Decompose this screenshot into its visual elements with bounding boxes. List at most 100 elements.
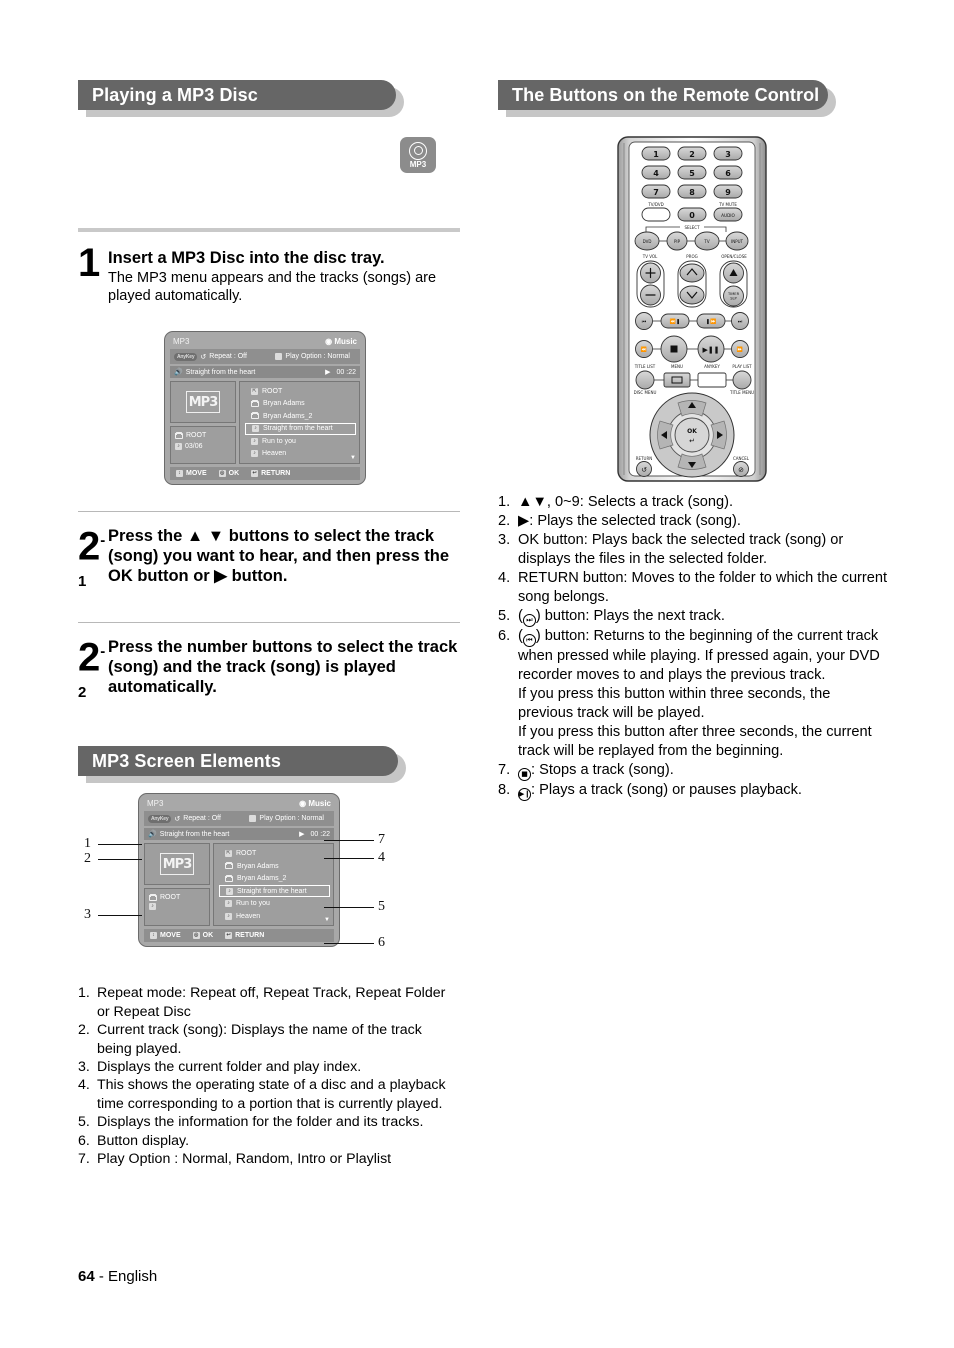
list-item[interactable]: ⇱ ROOT — [217, 847, 330, 860]
osd-button-move[interactable]: ↕ MOVE — [150, 932, 181, 940]
list-item-text: Displays the information for the folder … — [97, 1114, 424, 1131]
list-item[interactable]: ⇱ ROOT — [243, 385, 356, 398]
stop-icon: ■ — [518, 768, 531, 781]
osd-main-area: MP3 ROOT ♪ 03/06 ⇱ ROOT Bryan Adams Brya… — [170, 381, 360, 464]
list-item: 8. ▶❙: Plays a track (song) or pauses pl… — [498, 781, 888, 801]
list-item-number: 6. — [78, 1132, 90, 1149]
osd-button-ok[interactable]: ◎ OK — [192, 932, 214, 940]
callout-number-1: 1 — [84, 836, 91, 852]
svg-text:TITLE LIST: TITLE LIST — [634, 364, 656, 369]
svg-text:↵: ↵ — [689, 437, 695, 445]
osd-mode-label: Music — [308, 799, 331, 809]
list-item-number: 4. — [78, 1077, 90, 1094]
list-item-selected[interactable]: ♪ Straight from the heart — [219, 884, 330, 898]
play-pause-icon: ▶❙ — [518, 788, 531, 801]
svg-text:1: 1 — [653, 150, 659, 159]
step-2-2-number: 2-2 — [78, 634, 108, 717]
svg-text:▶❚❚: ▶❚❚ — [702, 346, 719, 354]
note-icon: ♪ — [251, 450, 258, 458]
chevron-down-icon[interactable]: ▼ — [324, 917, 330, 923]
list-item-label: Bryan Adams — [237, 862, 279, 870]
svg-text:❚⏩: ❚⏩ — [706, 318, 716, 325]
list-item-number: 1. — [498, 494, 511, 510]
remote-buttons-list: 1. ▲▼, 0~9: Selects a track (song). 2. ▶: … — [498, 493, 888, 801]
chevron-down-icon[interactable]: ▼ — [350, 455, 356, 461]
svg-text:5: 5 — [689, 169, 695, 178]
svg-text:TV VOL: TV VOL — [642, 254, 658, 259]
svg-text:0: 0 — [689, 211, 695, 220]
osd-nowplaying-bar: 🔊 Straight from the heart ▶ 00 :22 — [144, 828, 334, 841]
svg-text:MENU: MENU — [671, 364, 683, 369]
folder-up-icon: ⇱ — [251, 387, 258, 395]
svg-text:AUDIO: AUDIO — [721, 213, 735, 218]
osd-button-ok[interactable]: ◎ OK — [218, 470, 239, 477]
list-item[interactable]: Bryan Adams_2 — [243, 410, 356, 423]
step-2-1: 2-1 Press the ▲ ▼ buttons to select the … — [78, 523, 460, 606]
list-item[interactable]: ♪ Heaven — [243, 448, 356, 461]
list-item: 4. RETURN button: Moves to the folder to … — [498, 569, 888, 607]
section-title-remote-buttons: The Buttons on the Remote Control — [498, 80, 828, 110]
list-item[interactable]: Bryan Adams_2 — [217, 872, 330, 885]
step-2-1-number: 2-1 — [78, 523, 108, 606]
folder-icon — [225, 862, 233, 870]
note-icon: ♪ — [252, 425, 259, 433]
list-item-text-with-glyph: (⏮) button: Returns to the beginning of … — [518, 627, 888, 685]
list-item: 6. Button display. — [78, 1132, 460, 1150]
svg-text:TV/DVD: TV/DVD — [647, 202, 663, 207]
updown-icon: ↕ — [176, 470, 183, 477]
osd-title: MP3 — [147, 799, 164, 809]
svg-text:TITLE MENU: TITLE MENU — [729, 390, 754, 395]
list-item[interactable]: Bryan Adams — [217, 860, 330, 873]
ok-icon: ◎ — [192, 932, 200, 940]
folder-icon — [251, 412, 259, 420]
callout-line-5 — [324, 907, 374, 909]
list-item[interactable]: ♪ Run to you — [243, 435, 356, 448]
callout-line-3 — [98, 915, 142, 917]
callout-number-2: 2 — [84, 851, 91, 867]
list-item-number: 7. — [78, 1150, 90, 1167]
list-item[interactable]: Bryan Adams — [243, 398, 356, 411]
list-item: 4. This shows the operating state of a di… — [78, 1076, 460, 1113]
osd-title: MP3 — [173, 337, 190, 346]
osd-album-art: MP3 — [144, 843, 210, 886]
osd-button-move[interactable]: ↕ MOVE — [176, 470, 207, 477]
list-item-label: Bryan Adams_2 — [263, 412, 313, 420]
manual-page: Playing a MP3 Disc MP3 1 Insert a MP3 Di… — [0, 0, 954, 1348]
osd-button-return[interactable]: ↩ RETURN — [225, 932, 264, 940]
svg-text:TV MUTE: TV MUTE — [718, 202, 737, 207]
list-item-text: ▲▼, 0~9: Selects a track (song). — [518, 494, 734, 510]
section-header-mp3-screen-elements: MP3 Screen Elements — [78, 746, 460, 784]
list-item[interactable]: ♪ Heaven — [217, 910, 330, 923]
list-item: 7. ■: Stops a track (song). — [498, 761, 888, 781]
osd-playoption-label: Play Option : Normal — [259, 815, 324, 823]
callout-line-4 — [324, 858, 374, 860]
list-item-label: Straight from the heart — [263, 425, 333, 433]
list-item-text: OK button: Plays back the selected track… — [518, 532, 844, 567]
svg-text:ANYKEY: ANYKEY — [704, 364, 720, 369]
list-item-selected[interactable]: ♪ Straight from the heart — [245, 422, 356, 435]
osd-button-ok-label: OK — [202, 932, 214, 940]
step-2-2-title: Press the number buttons to select the t… — [108, 637, 458, 696]
osd-file-list[interactable]: ⇱ ROOT Bryan Adams Bryan Adams_2 ♪ Strai… — [213, 843, 334, 927]
svg-text:⏩: ⏩ — [737, 346, 743, 353]
list-item-text: Play Option : Normal, Random, Intro or P… — [97, 1150, 392, 1167]
osd-nowplaying-title: Straight from the heart — [185, 368, 256, 376]
folder-icon — [251, 399, 259, 407]
right-column: The Buttons on the Remote Control 1 2 3 … — [498, 80, 888, 801]
callout-number-6: 6 — [378, 935, 385, 951]
callout-number-5: 5 — [378, 899, 385, 915]
svg-text:7: 7 — [653, 188, 659, 197]
svg-text:SLP: SLP — [730, 297, 737, 301]
osd-file-list[interactable]: ⇱ ROOT Bryan Adams Bryan Adams_2 ♪ Strai… — [239, 381, 360, 464]
list-item-label: Run to you — [236, 900, 270, 908]
footer-separator: - — [98, 1268, 104, 1285]
list-item[interactable]: ♪ Run to you — [217, 897, 330, 910]
osd-button-return[interactable]: ↩ RETURN — [251, 470, 290, 477]
note-icon: ♪ — [226, 887, 233, 895]
list-item-label: Straight from the heart — [237, 887, 307, 895]
list-item: 7. Play Option : Normal, Random, Intro or… — [78, 1150, 460, 1168]
svg-text:9: 9 — [725, 188, 731, 197]
svg-text:⏪❚: ⏪❚ — [670, 318, 680, 325]
osd-elapsed: 00 :22 — [310, 830, 330, 838]
skip-next-icon: ⏭ — [522, 614, 536, 627]
